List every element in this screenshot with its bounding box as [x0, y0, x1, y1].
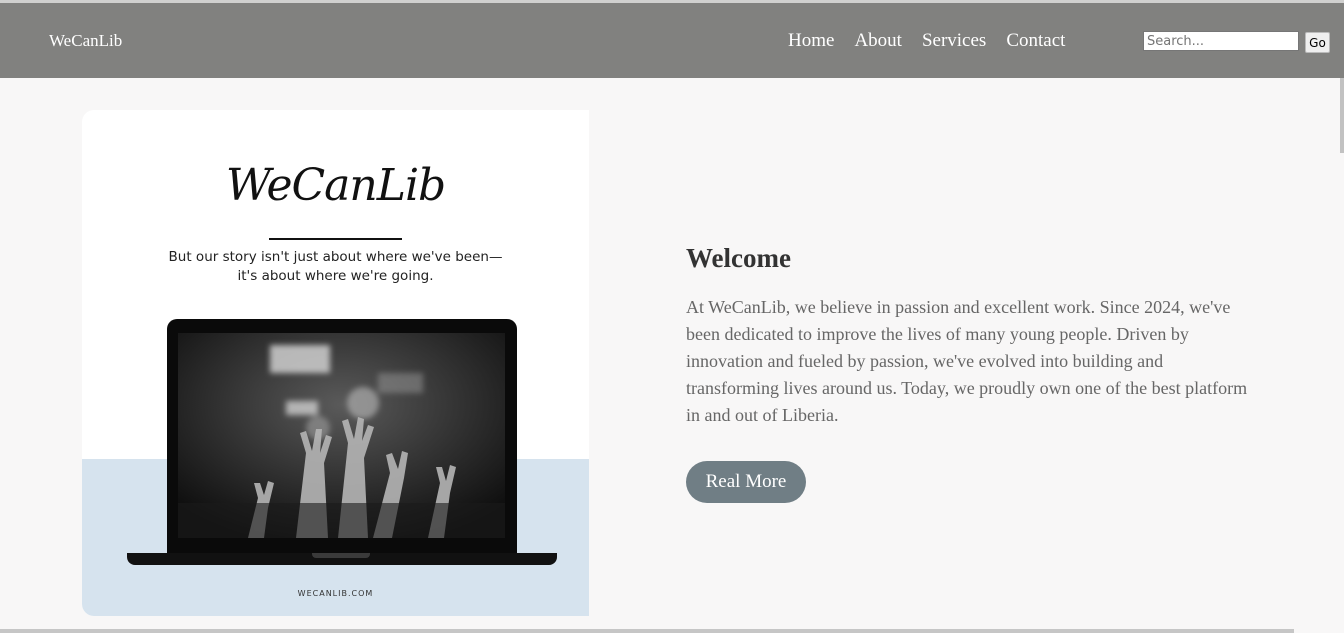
nav-contact-link[interactable]: Contact: [1006, 30, 1065, 52]
welcome-heading: Welcome: [686, 243, 791, 273]
read-more-button[interactable]: Real More: [686, 461, 806, 503]
nav-home-link[interactable]: Home: [788, 30, 834, 52]
hero-website-url: WECANLIB.COM: [297, 589, 374, 598]
search-input[interactable]: [1143, 31, 1299, 51]
welcome-paragraph: At WeCanLib, we believe in passion and e…: [686, 297, 1248, 425]
laptop-photo-crowd-hands: [178, 333, 505, 538]
nav-services-link[interactable]: Services: [922, 30, 986, 52]
laptop-notch: [312, 553, 370, 558]
search-go-button[interactable]: Go: [1305, 32, 1330, 53]
hero-script-logo: WeCanLib: [225, 160, 446, 211]
hero-divider: [269, 238, 402, 240]
hero-image-card: WeCanLib But our story isn't just about …: [82, 110, 589, 616]
nav-about-link[interactable]: About: [854, 30, 902, 52]
hero-tagline: But our story isn't just about where we'…: [168, 249, 503, 284]
brand-logo[interactable]: WeCanLib: [49, 31, 122, 51]
horizontal-scrollbar-thumb[interactable]: [0, 629, 1294, 633]
navbar: WeCanLib Home About Services Contact Go: [0, 3, 1344, 78]
vertical-scrollbar-thumb[interactable]: [1340, 78, 1344, 153]
main-nav: Home About Services Contact: [788, 30, 1065, 52]
crowd-photo-svg: [178, 333, 505, 538]
